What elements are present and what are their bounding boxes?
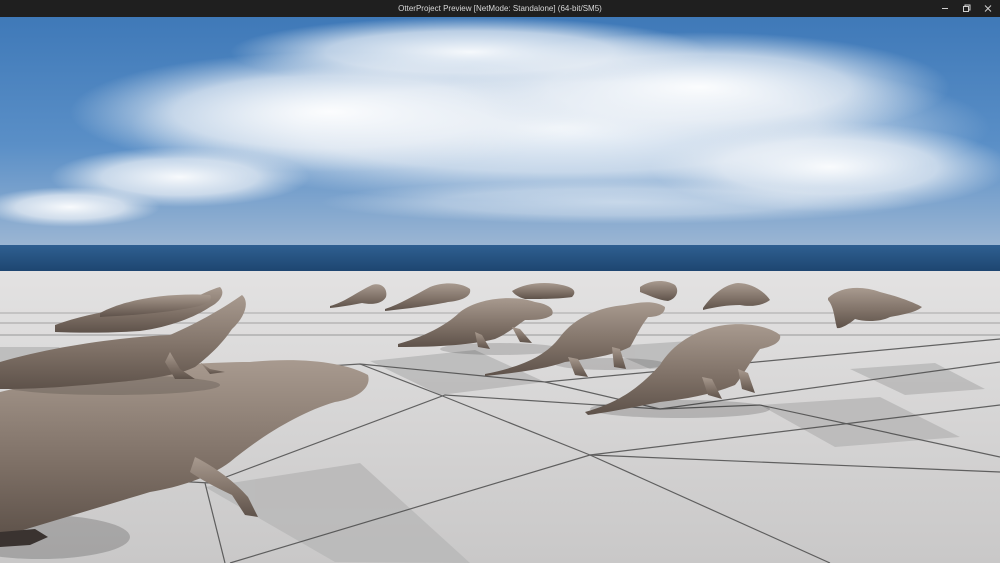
window-title: OtterProject Preview [NetMode: Standalon…	[398, 4, 602, 13]
minimize-icon	[942, 8, 948, 9]
ocean	[0, 245, 1000, 273]
restore-button[interactable]	[955, 0, 977, 17]
scene-render	[0, 17, 1000, 563]
close-button[interactable]	[977, 0, 999, 17]
game-viewport[interactable]	[0, 17, 1000, 563]
close-icon	[984, 5, 992, 12]
window-titlebar: OtterProject Preview [NetMode: Standalon…	[0, 0, 1000, 17]
maximize-icon	[963, 4, 971, 12]
minimize-button[interactable]	[934, 0, 956, 17]
